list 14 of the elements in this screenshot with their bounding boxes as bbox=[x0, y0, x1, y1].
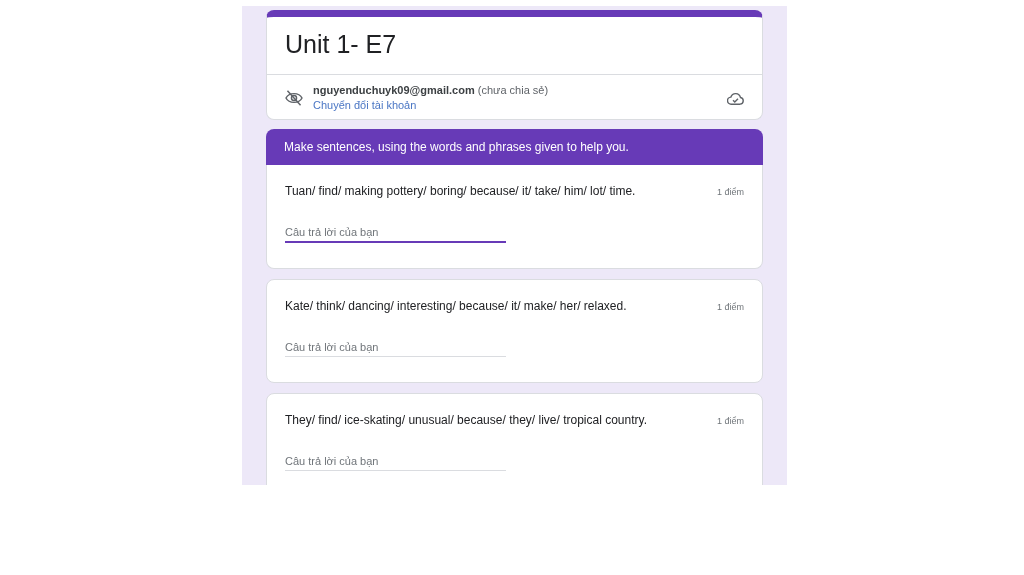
account-email: nguyenduchuyk09@gmail.com bbox=[313, 84, 475, 96]
section-header: Make sentences, using the words and phrases given to help you. bbox=[266, 129, 763, 165]
eye-off-icon bbox=[285, 90, 303, 106]
points-label: 1 điểm bbox=[717, 416, 744, 426]
form-title: Unit 1- E7 bbox=[267, 17, 762, 75]
cloud-check-icon bbox=[727, 91, 744, 105]
question-text: Kate/ think/ dancing/ interesting/ because/ it/ make/ her/ relaxed. bbox=[285, 299, 627, 313]
points-label: 1 điểm bbox=[717, 302, 744, 312]
answer-field[interactable]: Câu trả lời của bạn bbox=[285, 224, 506, 243]
question-text: Tuan/ find/ making pottery/ boring/ because/ it/ take/ him/ lot/ time. bbox=[285, 184, 636, 198]
share-status: (chưa chia sẻ) bbox=[477, 84, 549, 96]
points-label: 1 điểm bbox=[717, 187, 744, 197]
question-text: They/ find/ ice-skating/ unusual/ because/ they/ live/ tropical country. bbox=[285, 413, 647, 427]
switch-account-link[interactable]: Chuyển đổi tài khoản bbox=[313, 98, 417, 113]
